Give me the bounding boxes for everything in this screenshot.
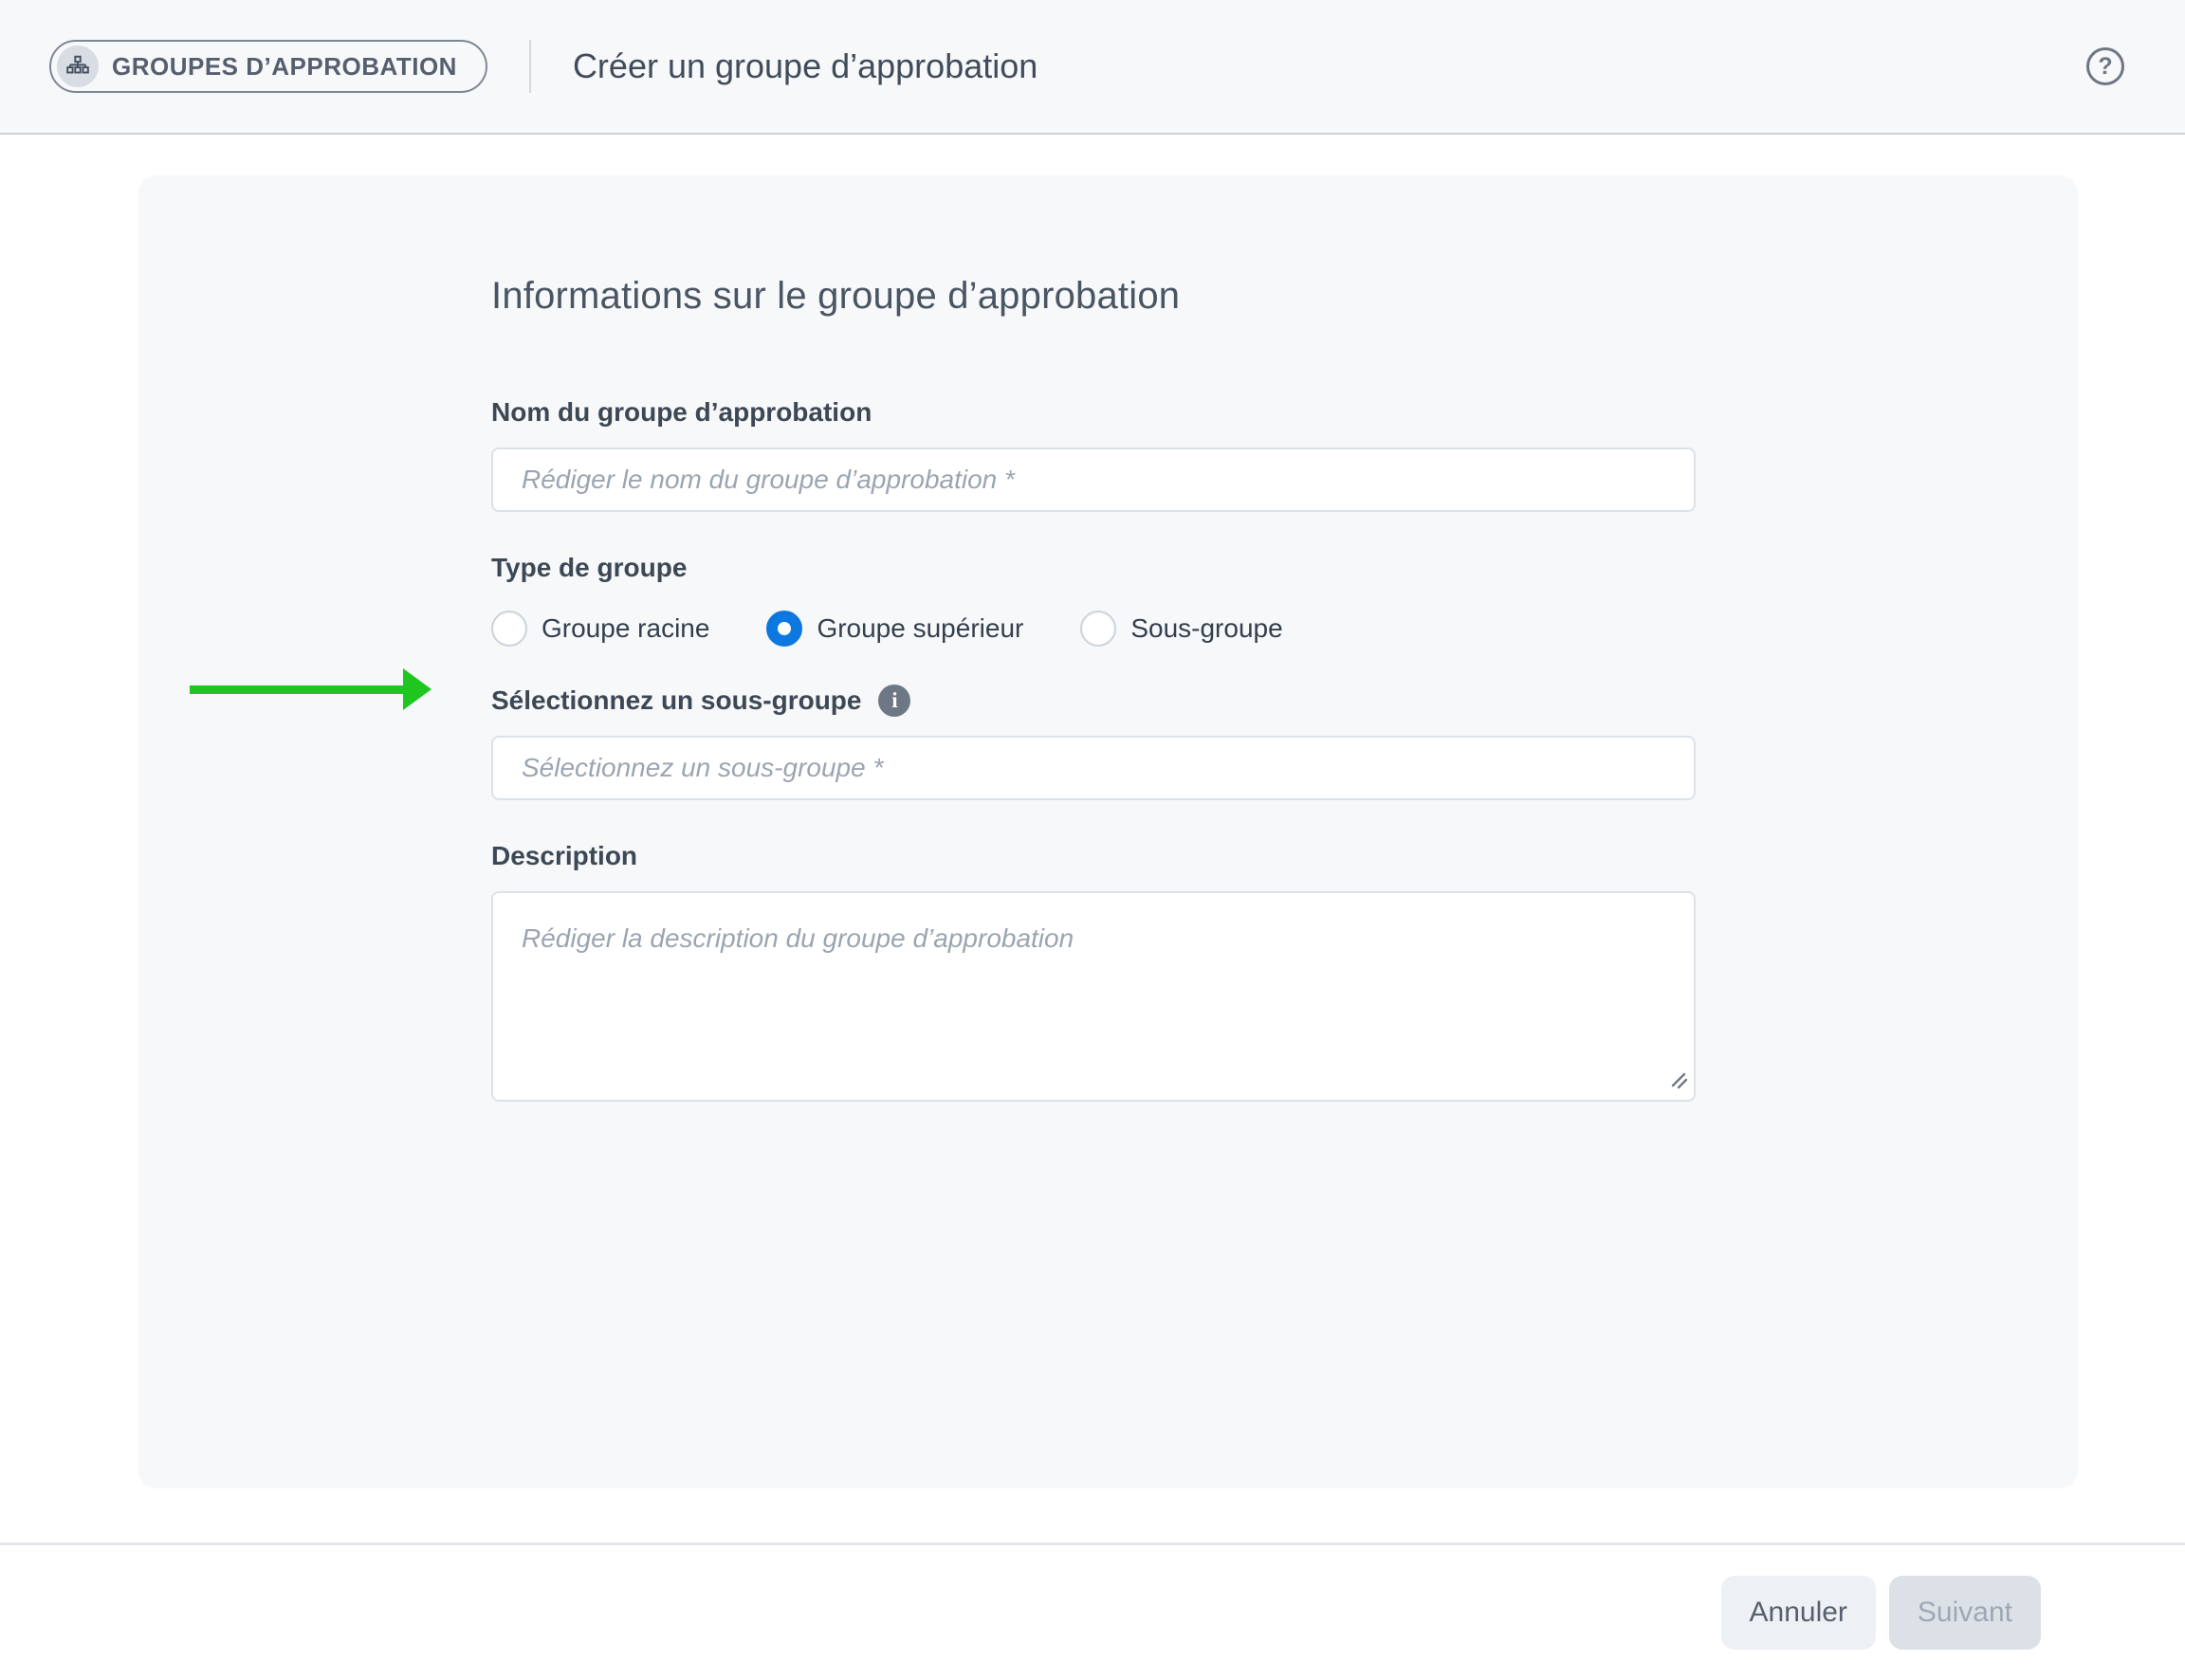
radio-unchecked-icon[interactable] <box>491 611 527 647</box>
top-bar: GROUPES D’APPROBATION Créer un groupe d’… <box>0 0 2185 135</box>
annotation-arrow-icon <box>190 668 431 710</box>
help-icon[interactable]: ? <box>2086 47 2124 85</box>
hierarchy-icon <box>57 46 99 87</box>
radio-groupe-racine[interactable]: Groupe racine <box>491 611 709 647</box>
group-type-radio-group: Groupe racine Groupe supérieur Sous-grou… <box>491 611 1696 647</box>
description-field-label: Description <box>491 840 1696 872</box>
topbar-divider <box>529 40 531 93</box>
group-name-input[interactable] <box>491 447 1696 512</box>
info-icon[interactable]: i <box>878 685 910 717</box>
name-field-label: Nom du groupe d’approbation <box>491 396 1696 429</box>
page-title: Créer un groupe d’approbation <box>573 46 1037 86</box>
next-button[interactable]: Suivant <box>1889 1576 2041 1650</box>
create-approval-group-page: GROUPES D’APPROBATION Créer un groupe d’… <box>0 0 2185 1680</box>
radio-sous-groupe[interactable]: Sous-groupe <box>1080 611 1282 647</box>
radio-groupe-superieur[interactable]: Groupe supérieur <box>766 611 1023 647</box>
main-content: Informations sur le groupe d’approbation… <box>0 135 2185 1543</box>
form-card: Informations sur le groupe d’approbation… <box>138 175 2078 1488</box>
type-field-label: Type de groupe <box>491 552 1696 584</box>
subgroup-select-input[interactable] <box>491 736 1696 800</box>
footer-bar: Annuler Suivant <box>0 1543 2185 1680</box>
form-heading: Informations sur le groupe d’approbation <box>491 273 1696 319</box>
breadcrumb-label: GROUPES D’APPROBATION <box>112 52 457 82</box>
description-textarea[interactable] <box>491 891 1696 1102</box>
cancel-button[interactable]: Annuler <box>1721 1576 1876 1650</box>
radio-unchecked-icon[interactable] <box>1080 611 1116 647</box>
subgroup-field-label: Sélectionnez un sous-groupe i <box>491 685 1696 717</box>
radio-checked-icon[interactable] <box>766 611 802 647</box>
breadcrumb-approval-groups-badge[interactable]: GROUPES D’APPROBATION <box>49 40 487 93</box>
